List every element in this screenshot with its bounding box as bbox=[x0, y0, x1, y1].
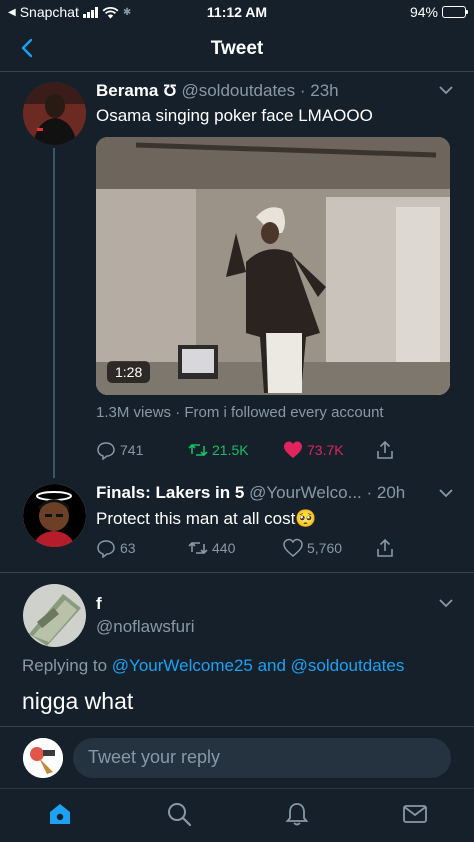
retweet-count: 440 bbox=[212, 540, 236, 556]
reply-icon bbox=[97, 540, 115, 558]
tweet-time: 20h bbox=[376, 483, 406, 502]
share-button[interactable] bbox=[375, 440, 395, 460]
battery-icon bbox=[442, 6, 468, 18]
reply-button[interactable]: 63 bbox=[96, 538, 136, 558]
video-duration: 1:28 bbox=[107, 361, 151, 383]
reply-count: 741 bbox=[120, 442, 144, 458]
separator-dot: · bbox=[295, 81, 311, 100]
pleading-face-emoji: 🥺 bbox=[295, 509, 317, 529]
status-right: 94% bbox=[409, 4, 468, 20]
share-icon bbox=[377, 440, 393, 459]
tweet-text: nigga what bbox=[22, 688, 134, 714]
heart-icon bbox=[283, 538, 303, 557]
like-count: 73.7K bbox=[307, 442, 344, 458]
replying-to-users[interactable]: @YourWelcome25 and @soldoutdates bbox=[112, 656, 405, 675]
heart-icon bbox=[284, 441, 302, 458]
reply-button[interactable]: 741 bbox=[96, 440, 143, 460]
video-player[interactable]: 1:28 bbox=[96, 137, 450, 395]
user-handle[interactable]: @noflawsfuri bbox=[96, 617, 195, 636]
reply-icon bbox=[97, 442, 115, 460]
tweet-text: Osama singing poker face LMAOOO bbox=[96, 106, 373, 125]
status-time: 11:12 AM bbox=[206, 4, 268, 20]
retweet-button[interactable]: 21.5K bbox=[188, 440, 249, 460]
user-handle[interactable]: @soldoutdates bbox=[181, 81, 295, 100]
retweet-icon bbox=[188, 542, 208, 554]
chevron-down-icon[interactable] bbox=[438, 598, 454, 608]
home-icon[interactable] bbox=[47, 801, 73, 827]
chevron-down-icon[interactable] bbox=[438, 85, 454, 95]
tweet-actions: 63 440 5,760 bbox=[96, 538, 406, 560]
tweet-text: Protect this man at all cost🥺 bbox=[96, 509, 317, 529]
battery-percent: 94% bbox=[409, 4, 438, 20]
like-button[interactable]: 73.7K bbox=[283, 440, 344, 460]
tweet-time: 23h bbox=[310, 81, 339, 100]
reply-input[interactable]: Tweet your reply bbox=[73, 738, 451, 778]
video-thumbnail bbox=[96, 137, 450, 395]
messages-icon[interactable] bbox=[402, 801, 428, 827]
avatar-image bbox=[23, 738, 63, 778]
top-bar: Tweet bbox=[0, 26, 474, 72]
avatar[interactable] bbox=[23, 82, 86, 145]
avatar[interactable] bbox=[23, 484, 86, 547]
display-name[interactable]: Finals: Lakers in 5 bbox=[96, 483, 244, 502]
retweet-button[interactable]: 440 bbox=[188, 538, 235, 558]
status-bar: ◀ Snapchat ✱ 11:12 AM 94% bbox=[0, 0, 474, 26]
share-icon bbox=[377, 538, 393, 557]
share-button[interactable] bbox=[375, 538, 395, 558]
tweet-header: f bbox=[96, 594, 102, 614]
user-handle[interactable]: @YourWelco... bbox=[249, 483, 362, 502]
like-button[interactable]: 5,760 bbox=[283, 538, 342, 558]
display-name[interactable]: f bbox=[96, 594, 102, 613]
tweet-text-body: Protect this man at all cost bbox=[96, 509, 296, 528]
thread-line bbox=[53, 148, 55, 478]
tweet-header: Finals: Lakers in 5 @YourWelco... · 20h bbox=[96, 483, 405, 503]
retweet-count: 21.5K bbox=[212, 442, 249, 458]
tweet-header: Berama Ʊ @soldoutdates · 23h bbox=[96, 81, 339, 101]
display-name[interactable]: Berama Ʊ bbox=[96, 81, 177, 100]
like-count: 5,760 bbox=[307, 540, 343, 556]
tweet-actions: 741 21.5K 73.7K bbox=[96, 440, 406, 462]
separator-dot: · bbox=[361, 483, 377, 502]
avatar-image bbox=[23, 584, 86, 647]
retweet-icon bbox=[188, 444, 208, 456]
my-avatar[interactable] bbox=[23, 738, 63, 778]
avatar[interactable] bbox=[23, 584, 86, 647]
divider bbox=[0, 726, 474, 727]
search-icon[interactable] bbox=[166, 801, 192, 827]
divider bbox=[0, 572, 474, 573]
video-views: 1.3M views · From i followed every accou… bbox=[96, 404, 384, 421]
avatar-image bbox=[23, 484, 86, 547]
avatar-image bbox=[23, 82, 86, 145]
notifications-icon[interactable] bbox=[284, 801, 310, 827]
reply-count: 63 bbox=[120, 540, 136, 556]
page-title: Tweet bbox=[210, 38, 264, 59]
user-handle-row: @noflawsfuri bbox=[96, 617, 195, 637]
replying-to-prefix: Replying to bbox=[22, 656, 108, 675]
bottom-nav bbox=[0, 788, 474, 842]
replying-to: Replying to @YourWelcome25 and @soldoutd… bbox=[22, 656, 404, 676]
chevron-down-icon[interactable] bbox=[438, 488, 454, 498]
